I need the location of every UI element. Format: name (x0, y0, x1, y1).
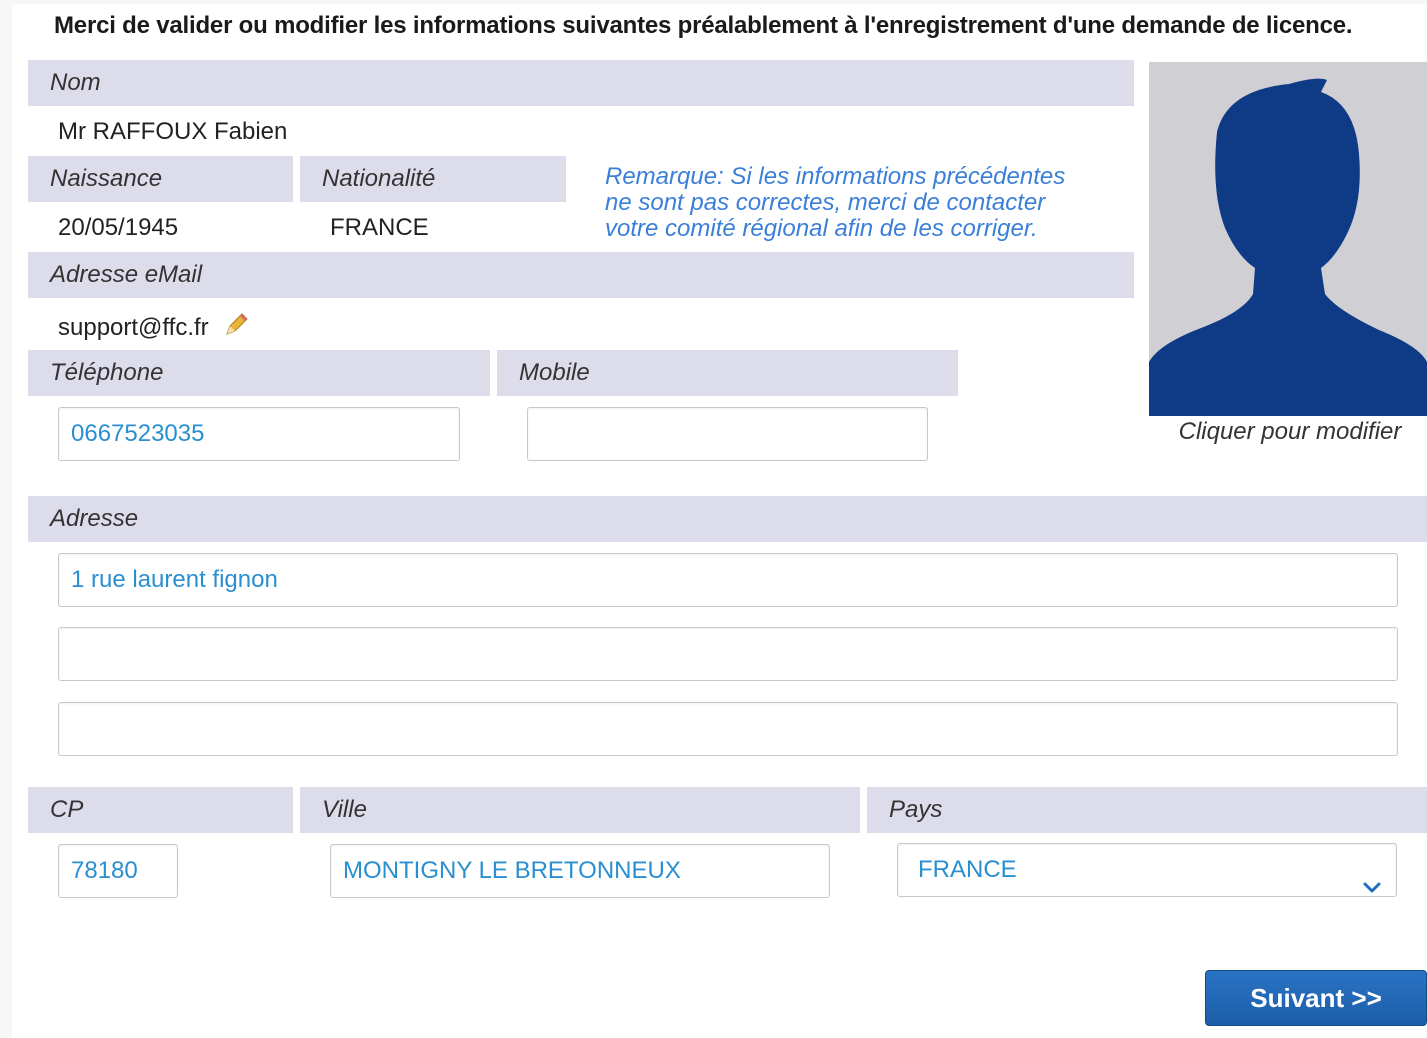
naissance-label: Naissance (28, 156, 293, 202)
photo-caption[interactable]: Cliquer pour modifier (1150, 418, 1427, 446)
adresse-line1-input[interactable]: 1 rue laurent fignon (58, 553, 1398, 607)
next-button[interactable]: Suivant >> (1205, 970, 1427, 1026)
cp-input[interactable]: 78180 (58, 844, 178, 898)
remark-line: votre comité régional afin de les corrig… (605, 215, 1038, 242)
cp-label: CP (28, 787, 293, 833)
remark-note: Remarque: Si les informations précédente… (605, 164, 1125, 242)
intro-text: Merci de valider ou modifier les informa… (54, 12, 1353, 39)
nationalite-label: Nationalité (300, 156, 566, 202)
email-label: Adresse eMail (28, 252, 1134, 298)
email-row: support@ffc.fr (58, 312, 249, 345)
adresse-label: Adresse (28, 496, 1427, 542)
email-value: support@ffc.fr (58, 314, 209, 341)
mobile-input[interactable] (527, 407, 928, 461)
edit-pencil-icon[interactable] (223, 312, 249, 345)
avatar-silhouette-icon (1149, 78, 1427, 416)
pays-selected-value: FRANCE (918, 856, 1017, 883)
telephone-input[interactable]: 0667523035 (58, 407, 460, 461)
telephone-label: Téléphone (28, 350, 490, 396)
nationalite-value: FRANCE (330, 214, 429, 241)
nom-label: Nom (28, 60, 1134, 106)
remark-line: Remarque: Si les informations précédente… (605, 163, 1066, 190)
pays-label: Pays (867, 787, 1427, 833)
adresse-line3-input[interactable] (58, 702, 1398, 756)
mobile-label: Mobile (497, 350, 958, 396)
remark-line: ne sont pas correctes, merci de contacte… (605, 189, 1046, 216)
adresse-line2-input[interactable] (58, 627, 1398, 681)
nom-value: Mr RAFFOUX Fabien (58, 118, 288, 145)
ville-input[interactable]: MONTIGNY LE BRETONNEUX (330, 844, 830, 898)
pays-select[interactable]: FRANCE (897, 843, 1397, 897)
ville-label: Ville (300, 787, 860, 833)
profile-photo[interactable] (1149, 62, 1427, 416)
chevron-down-icon (1362, 862, 1382, 896)
naissance-value: 20/05/1945 (58, 214, 179, 241)
